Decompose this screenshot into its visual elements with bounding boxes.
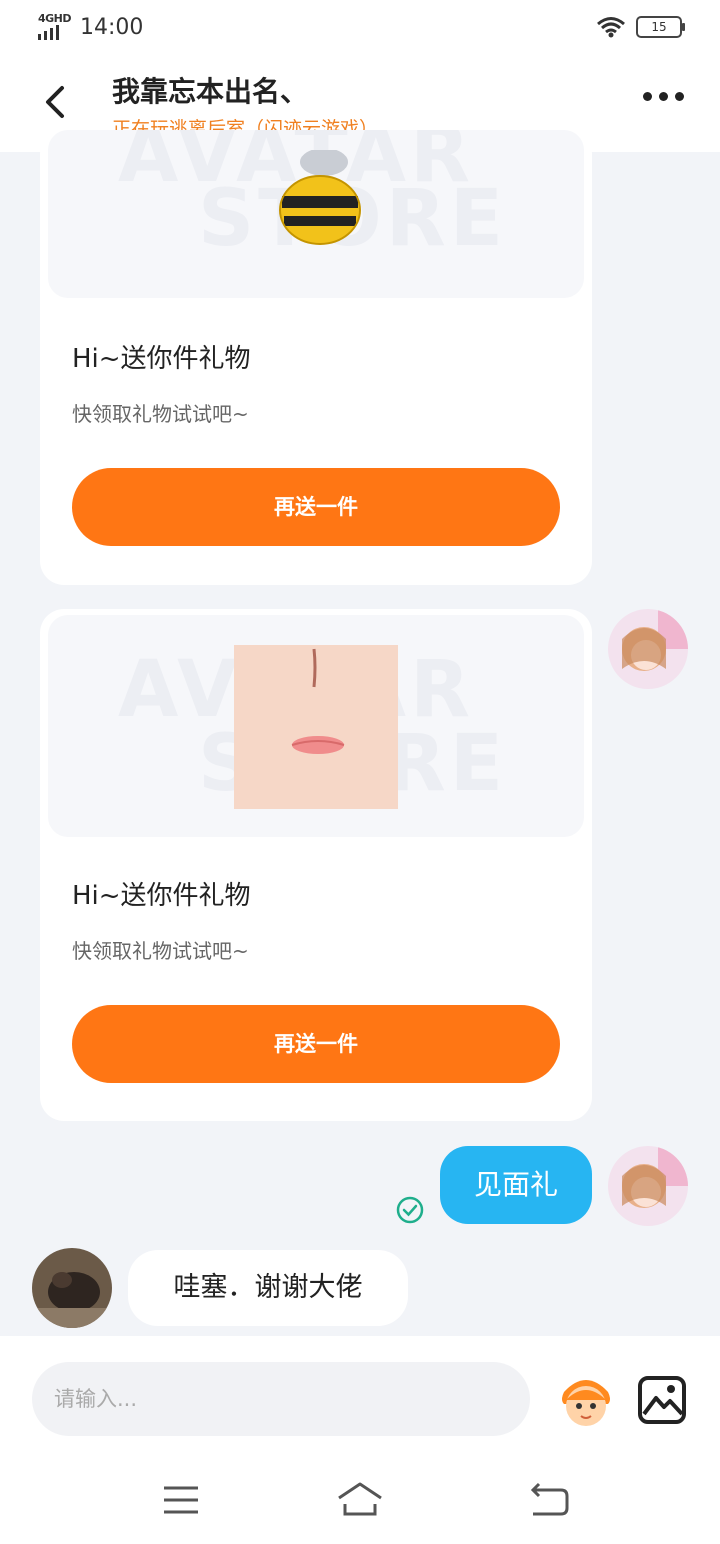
system-nav-bar	[0, 1460, 720, 1544]
back-nav-icon[interactable]	[525, 1480, 575, 1520]
check-icon	[396, 1196, 424, 1224]
sent-message-bubble[interactable]: 见面礼	[440, 1146, 592, 1224]
gift-card-description: 快领取礼物试试吧~	[72, 939, 249, 963]
gift-item-image	[234, 645, 398, 809]
status-bar: 4GHD 14:00 15	[0, 0, 720, 56]
received-message-bubble[interactable]: 哇塞．谢谢大佬	[128, 1250, 408, 1326]
gift-item-image	[279, 150, 361, 245]
my-avatar[interactable]	[608, 609, 688, 689]
send-another-button[interactable]: 再送一件	[72, 1005, 560, 1083]
gift-image-area: AVATAR STORE	[48, 615, 584, 837]
battery-level: 15	[651, 20, 667, 34]
status-right: 15	[596, 16, 685, 38]
image-icon[interactable]	[636, 1374, 688, 1426]
more-icon[interactable]	[643, 92, 684, 101]
message-input[interactable]	[32, 1362, 530, 1436]
my-avatar-image	[608, 1146, 688, 1226]
status-left: 4GHD 14:00	[38, 12, 144, 40]
gift-card: AVATAR STORE Hi~送你件礼物 快领取礼物试试吧~ 再送一件	[40, 130, 592, 585]
input-bar	[0, 1336, 720, 1544]
friend-avatar[interactable]	[32, 1248, 112, 1328]
send-another-button[interactable]: 再送一件	[72, 468, 560, 546]
friend-avatar-image	[32, 1248, 112, 1328]
wifi-icon	[597, 17, 625, 38]
gift-card-description: 快领取礼物试试吧~	[72, 402, 249, 426]
my-avatar[interactable]	[608, 1146, 688, 1226]
gift-card-title: Hi~送你件礼物	[72, 344, 251, 374]
signal-icon: 4GHD	[38, 12, 72, 40]
menu-icon[interactable]	[156, 1480, 206, 1520]
battery-icon: 15	[636, 16, 685, 38]
back-arrow-icon[interactable]	[36, 82, 76, 122]
my-avatar-image	[608, 609, 688, 689]
gift-card-title: Hi~送你件礼物	[72, 881, 251, 911]
emoji-icon[interactable]	[556, 1370, 616, 1430]
home-icon[interactable]	[335, 1480, 385, 1520]
chat-title: 我靠忘本出名、	[112, 75, 309, 108]
gift-image-area: AVATAR STORE	[48, 130, 584, 298]
gift-card: AVATAR STORE Hi~送你件礼物 快领取礼物试试吧~ 再送一件	[40, 609, 592, 1121]
network-label: 4GHD	[38, 12, 72, 25]
status-time: 14:00	[80, 14, 144, 40]
